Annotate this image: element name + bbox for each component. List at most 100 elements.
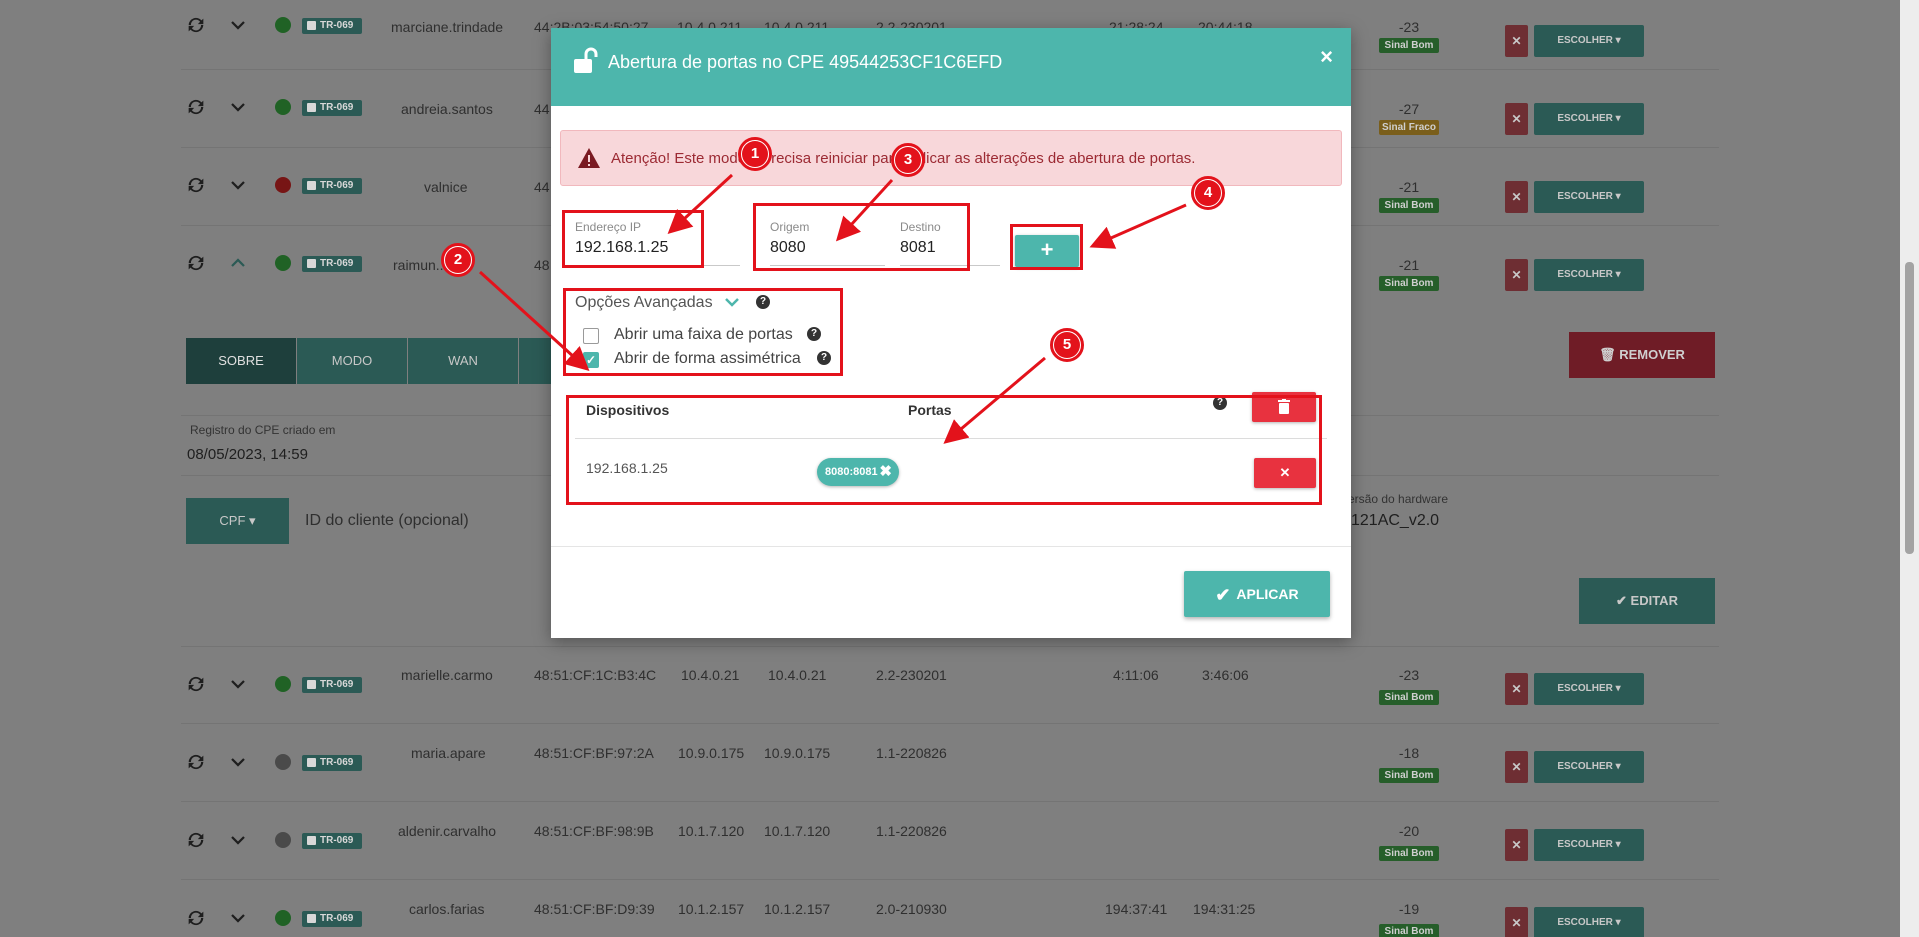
tr069-badge: TR-069 bbox=[302, 833, 362, 849]
mac-address: 48:51:CF:BF:D9:39 bbox=[534, 901, 655, 917]
lock-icon bbox=[307, 21, 316, 30]
chevron-down-icon[interactable] bbox=[229, 98, 247, 116]
remove-row-button[interactable]: ✕ bbox=[1505, 103, 1528, 135]
choose-label: ESCOLHER bbox=[1557, 269, 1613, 280]
sync-icon[interactable] bbox=[185, 96, 207, 118]
chevron-down-icon[interactable] bbox=[229, 753, 247, 771]
hardware-version-label: ersão do hardware bbox=[1348, 492, 1449, 506]
choose-dropdown-button[interactable]: ESCOLHER ▾ bbox=[1534, 673, 1644, 705]
annotation-number: 1 bbox=[742, 141, 768, 167]
badge-label: TR-069 bbox=[320, 835, 354, 846]
firmware: 2.0-210930 bbox=[876, 901, 947, 917]
remove-row-button[interactable]: ✕ bbox=[1505, 25, 1528, 57]
mac-address: 44 bbox=[534, 101, 550, 117]
apply-button[interactable]: ✔ APLICAR bbox=[1184, 571, 1330, 617]
chevron-down-icon[interactable] bbox=[229, 909, 247, 927]
page-scrollbar[interactable] bbox=[1900, 0, 1919, 937]
choose-dropdown-button[interactable]: ESCOLHER ▾ bbox=[1534, 907, 1644, 937]
status-dot bbox=[275, 832, 291, 848]
sync-icon[interactable] bbox=[185, 829, 207, 851]
scrollbar-thumb[interactable] bbox=[1905, 262, 1914, 554]
annotation-number: 5 bbox=[1054, 332, 1080, 358]
ip-address: 10.1.2.157 bbox=[764, 901, 831, 917]
sync-icon[interactable] bbox=[185, 252, 207, 274]
annotation-box-2 bbox=[563, 288, 843, 376]
choose-dropdown-button[interactable]: ESCOLHER ▾ bbox=[1534, 25, 1644, 57]
sync-icon[interactable] bbox=[185, 907, 207, 929]
sync-icon[interactable] bbox=[185, 673, 207, 695]
badge-label: TR-069 bbox=[320, 757, 354, 768]
tr069-badge: TR-069 bbox=[302, 178, 362, 194]
chevron-down-icon[interactable] bbox=[229, 16, 247, 34]
tr069-badge: TR-069 bbox=[302, 677, 362, 693]
ip-address: 10.9.0.175 bbox=[764, 745, 831, 761]
status-dot bbox=[275, 17, 291, 33]
tr069-badge: TR-069 bbox=[302, 911, 362, 927]
signal-badge: Sinal Fraco bbox=[1379, 120, 1439, 135]
choose-dropdown-button[interactable]: ESCOLHER ▾ bbox=[1534, 181, 1644, 213]
table-row: TR-069 carlos.farias 48:51:CF:BF:D9:39 1… bbox=[181, 880, 1719, 937]
lock-icon bbox=[307, 181, 316, 190]
tab-modo[interactable]: MODO bbox=[297, 338, 407, 384]
choose-label: ESCOLHER bbox=[1557, 839, 1613, 850]
signal-value: -23 bbox=[1398, 19, 1420, 35]
signal-badge: Sinal Bom bbox=[1379, 38, 1439, 53]
client-id-input[interactable]: ID do cliente (opcional) bbox=[305, 512, 469, 530]
annotation-number: 4 bbox=[1195, 180, 1221, 206]
ip-address: 10.4.0.21 bbox=[768, 667, 827, 683]
cpf-dropdown-button[interactable]: CPF ▾ bbox=[186, 498, 289, 544]
registry-label: Registro do CPE criado em bbox=[190, 423, 336, 437]
sync-icon[interactable] bbox=[185, 14, 207, 36]
chevron-down-icon[interactable] bbox=[229, 831, 247, 849]
lock-icon bbox=[307, 680, 316, 689]
status-dot bbox=[275, 99, 291, 115]
lock-icon bbox=[307, 836, 316, 845]
warning-alert: Atenção! Este modem precisa reiniciar pa… bbox=[560, 130, 1342, 186]
status-dot bbox=[275, 255, 291, 271]
tab-sobre[interactable]: SOBRE bbox=[186, 338, 296, 384]
signal-badge: Sinal Bom bbox=[1379, 690, 1439, 705]
remove-row-button[interactable]: ✕ bbox=[1505, 829, 1528, 861]
remove-row-button[interactable]: ✕ bbox=[1505, 751, 1528, 783]
signal-badge: Sinal Bom bbox=[1379, 846, 1439, 861]
tab-wan[interactable]: WAN bbox=[408, 338, 518, 384]
choose-dropdown-button[interactable]: ESCOLHER ▾ bbox=[1534, 829, 1644, 861]
annotation-number: 2 bbox=[445, 247, 471, 273]
remove-cpe-button[interactable]: 🗑 REMOVER bbox=[1569, 332, 1715, 378]
choose-dropdown-button[interactable]: ESCOLHER ▾ bbox=[1534, 751, 1644, 783]
chevron-down-icon[interactable] bbox=[229, 176, 247, 194]
signal-badge: Sinal Bom bbox=[1379, 924, 1439, 937]
badge-label: TR-069 bbox=[320, 102, 354, 113]
annotation-box-3 bbox=[753, 203, 970, 271]
lock-icon bbox=[307, 758, 316, 767]
choose-dropdown-button[interactable]: ESCOLHER ▾ bbox=[1534, 259, 1644, 291]
remove-row-button[interactable]: ✕ bbox=[1505, 259, 1528, 291]
ip-address: 10.9.0.175 bbox=[678, 745, 745, 761]
choose-label: ESCOLHER bbox=[1557, 683, 1613, 694]
ip-address: 10.4.0.21 bbox=[681, 667, 740, 683]
choose-label: ESCOLHER bbox=[1557, 917, 1613, 928]
tr069-badge: TR-069 bbox=[302, 100, 362, 116]
mac-address: 48:51:CF:1C:B3:4C bbox=[534, 667, 657, 683]
signal-badge: Sinal Bom bbox=[1379, 768, 1439, 783]
badge-label: TR-069 bbox=[320, 679, 354, 690]
choose-dropdown-button[interactable]: ESCOLHER ▾ bbox=[1534, 103, 1644, 135]
sync-icon[interactable] bbox=[185, 751, 207, 773]
ip-address: 10.1.7.120 bbox=[764, 823, 831, 839]
edit-button[interactable]: ✔ EDITAR bbox=[1579, 578, 1715, 624]
check-icon: ✔ bbox=[1215, 585, 1231, 605]
table-row: TR-069 aldenir.carvalho 48:51:CF:BF:98:9… bbox=[181, 802, 1719, 880]
remove-row-button[interactable]: ✕ bbox=[1505, 673, 1528, 705]
signal-badge: Sinal Bom bbox=[1379, 198, 1439, 213]
signal-value: -21 bbox=[1398, 257, 1420, 273]
chevron-down-icon[interactable] bbox=[229, 675, 247, 693]
registry-value: 08/05/2023, 14:59 bbox=[187, 446, 308, 463]
username: marciane.trindade bbox=[391, 19, 504, 35]
remove-row-button[interactable]: ✕ bbox=[1505, 907, 1528, 937]
sync-icon[interactable] bbox=[185, 174, 207, 196]
signal-value: -21 bbox=[1398, 179, 1420, 195]
close-icon[interactable]: × bbox=[1320, 44, 1333, 70]
remove-row-button[interactable]: ✕ bbox=[1505, 181, 1528, 213]
chevron-up-icon[interactable] bbox=[229, 254, 247, 272]
tr069-badge: TR-069 bbox=[302, 18, 362, 34]
